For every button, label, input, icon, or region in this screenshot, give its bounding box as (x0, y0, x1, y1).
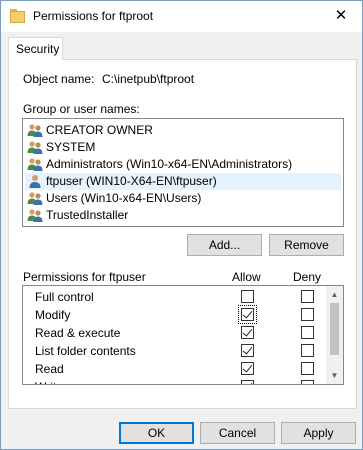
permission-row: Read (23, 360, 325, 378)
user-list-item[interactable]: Users (Win10-x64-EN\Users) (25, 190, 341, 207)
deny-checkbox[interactable] (301, 344, 314, 357)
deny-checkbox[interactable] (301, 380, 314, 384)
user-name: CREATOR OWNER (46, 123, 153, 137)
allow-checkbox[interactable] (241, 380, 254, 384)
deny-checkbox[interactable] (301, 290, 314, 303)
group-users-icon (27, 123, 43, 138)
allow-checkbox[interactable] (241, 362, 254, 375)
title-bar: Permissions for ftproot ✕ (1, 1, 362, 32)
scroll-thumb[interactable] (330, 303, 339, 355)
permission-row: Write (23, 378, 325, 384)
permission-row: List folder contents (23, 342, 325, 360)
close-button[interactable]: ✕ (321, 1, 361, 31)
single-user-icon (27, 174, 43, 189)
tab-security[interactable]: Security (8, 37, 63, 60)
ok-button[interactable]: OK (119, 422, 194, 444)
permission-row: Full control (23, 288, 325, 306)
add-button[interactable]: Add... (187, 234, 262, 256)
user-list-item[interactable]: SYSTEM (25, 139, 341, 156)
group-users-icon (27, 191, 43, 206)
scroll-up-icon[interactable]: ▲ (326, 286, 343, 303)
group-user-list[interactable]: CREATOR OWNER SYSTEM Administrators (Win10… (22, 118, 344, 227)
deny-checkbox[interactable] (301, 326, 314, 339)
remove-button[interactable]: Remove (269, 234, 344, 256)
group-users-icon (27, 208, 43, 223)
deny-column-header: Deny (293, 270, 322, 284)
user-name: Users (Win10-x64-EN\Users) (46, 191, 202, 205)
user-name: ftpuser (WIN10-X64-EN\ftpuser) (46, 174, 217, 188)
deny-checkbox[interactable] (301, 308, 314, 321)
object-name-value: C:\inetpub\ftproot (102, 72, 195, 86)
permission-name: Full control (35, 290, 94, 304)
permissions-dialog: Permissions for ftproot ✕ Security Objec… (0, 0, 363, 450)
permission-name: Modify (35, 308, 71, 322)
permissions-scrollbar[interactable]: ▲ ▼ (326, 286, 343, 384)
user-list-item[interactable]: Administrators (Win10-x64-EN\Administrat… (25, 156, 341, 173)
group-names-label: Group or user names: (23, 102, 140, 116)
permission-row: Modify (23, 305, 325, 324)
allow-checkbox[interactable] (241, 290, 254, 303)
apply-button[interactable]: Apply (281, 422, 356, 444)
tab-security-label: Security (16, 42, 60, 56)
group-users-icon (27, 140, 43, 155)
scroll-down-icon[interactable]: ▼ (326, 367, 343, 384)
object-name-label: Object name: (23, 72, 95, 86)
permission-row: Read & execute (23, 324, 325, 342)
window-title: Permissions for ftproot (33, 9, 154, 23)
allow-checkbox[interactable] (241, 326, 254, 339)
permission-name: List folder contents (35, 344, 136, 358)
user-name: TrustedInstaller (46, 208, 129, 222)
user-list-item[interactable]: CREATOR OWNER (25, 122, 341, 139)
permission-name: Read & execute (35, 326, 121, 340)
permissions-title: Permissions for ftpuser (23, 270, 146, 284)
user-name: SYSTEM (46, 140, 96, 154)
security-panel: Object name: C:\inetpub\ftproot Group or… (8, 59, 357, 409)
user-name: Administrators (Win10-x64-EN\Administrat… (46, 157, 293, 171)
allow-checkbox[interactable] (241, 344, 254, 357)
user-list-item[interactable]: ftpuser (WIN10-X64-EN\ftpuser) (25, 173, 341, 190)
group-users-icon (27, 157, 43, 172)
permissions-list[interactable]: Write Read List folder contents Read & exec… (22, 285, 344, 385)
deny-checkbox[interactable] (301, 362, 314, 375)
cancel-button[interactable]: Cancel (200, 422, 275, 444)
permission-name: Read (35, 362, 64, 376)
allow-column-header: Allow (232, 270, 261, 284)
allow-checkbox[interactable] (238, 305, 257, 324)
permission-name: Write (35, 380, 63, 384)
user-list-item[interactable]: TrustedInstaller (25, 207, 341, 224)
folder-icon (10, 9, 25, 23)
